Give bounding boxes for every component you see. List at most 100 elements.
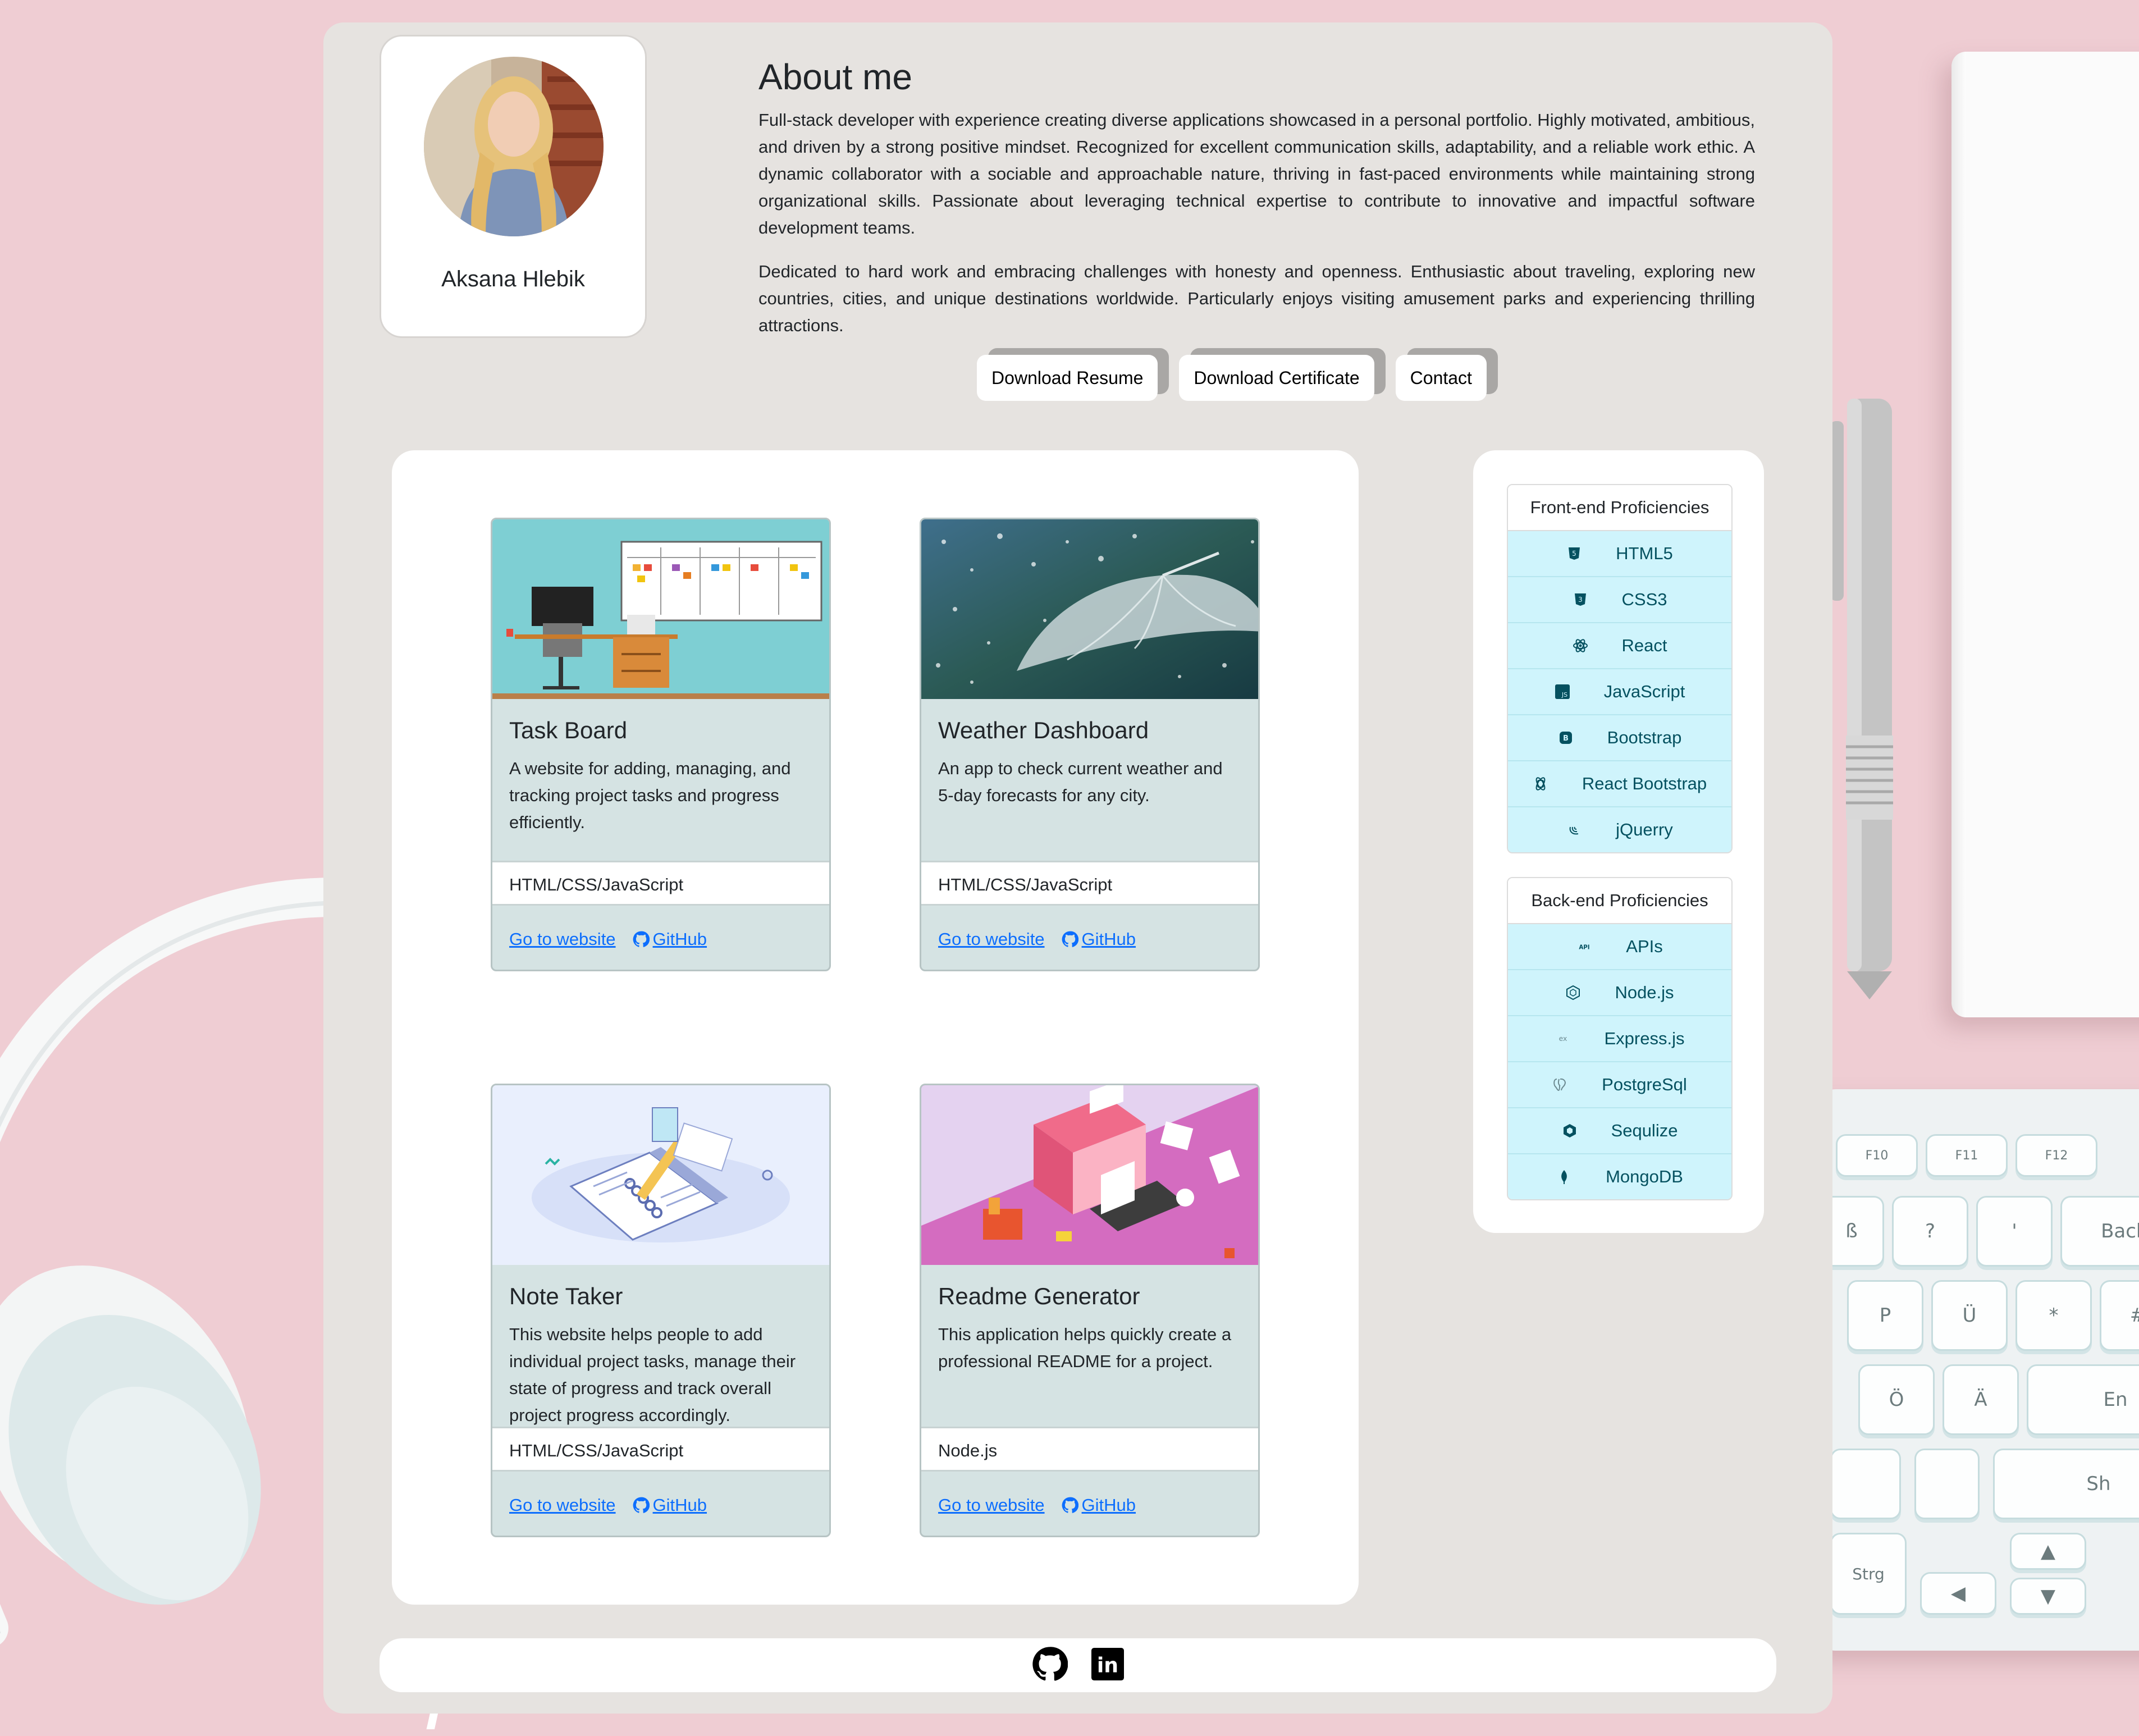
- skill-item: jQuerry: [1508, 807, 1731, 852]
- project-title: Task Board: [509, 717, 628, 743]
- github-link[interactable]: GitHub: [633, 929, 707, 949]
- github-link-label: GitHub: [652, 929, 707, 949]
- download-certificate-button[interactable]: Download Certificate: [1179, 355, 1374, 401]
- bootstrap-icon-text: B: [1563, 734, 1569, 743]
- express-icon-text: ex: [1558, 1035, 1567, 1043]
- keyboard-key: *: [2015, 1280, 2092, 1351]
- skill-item: 3 CSS3: [1508, 577, 1731, 623]
- projects-panel: Task Board A website for adding, managin…: [392, 450, 1359, 1605]
- jquery-icon: [1566, 822, 1582, 838]
- github-icon: [1062, 931, 1078, 947]
- website-link[interactable]: Go to website: [509, 1495, 616, 1515]
- skill-label: Node.js: [1615, 983, 1674, 1002]
- project-image: [921, 519, 1258, 699]
- keyboard-key: Ä: [1943, 1364, 2019, 1435]
- skill-label: Bootstrap: [1607, 728, 1682, 747]
- github-link-label: GitHub: [1081, 929, 1136, 949]
- keyboard-key: ◀: [1920, 1572, 1996, 1615]
- keyboard-key: ▲: [2010, 1533, 2086, 1570]
- html5-icon: 5: [1566, 546, 1582, 561]
- footer-linkedin-link[interactable]: in: [1091, 1647, 1124, 1683]
- profile-name: Aksana Hlebik: [441, 267, 585, 291]
- project-description: An app to check current weather and 5-da…: [938, 759, 1223, 805]
- api-icon: API: [1576, 939, 1592, 954]
- keyboard-key: Strg: [1830, 1533, 1907, 1615]
- github-icon: [1062, 1497, 1078, 1513]
- portfolio-panel: Aksana Hlebik About me Full-stack develo…: [323, 22, 1832, 1714]
- keyboard-key: Sh: [1993, 1449, 2139, 1519]
- keyboard-key: Backsp: [2060, 1196, 2139, 1267]
- project-card: Note Taker This website helps people to …: [491, 1084, 831, 1537]
- skill-label: React Bootstrap: [1582, 774, 1707, 793]
- keyboard-key: Ö: [1858, 1364, 1935, 1435]
- avatar: [424, 57, 604, 236]
- project-links: Go to website GitHub: [938, 1495, 1136, 1515]
- backend-skills-list: Back-end Proficiencies API APIs Node.js …: [1507, 877, 1733, 1200]
- website-link[interactable]: Go to website: [509, 929, 616, 949]
- project-title: Readme Generator: [938, 1283, 1140, 1309]
- react-icon: [1573, 638, 1588, 654]
- keyboard-key: F12: [2015, 1134, 2097, 1177]
- project-image: [492, 1085, 829, 1265]
- about-paragraph: Full-stack developer with experience cre…: [758, 110, 1755, 238]
- html5-icon-text: 5: [1572, 550, 1576, 558]
- project-image: [492, 519, 829, 699]
- project-card: Readme Generator This application helps …: [920, 1084, 1260, 1537]
- keyboard-key: ': [1976, 1196, 2053, 1267]
- pen-image: [1830, 399, 1893, 999]
- linkedin-icon-text: in: [1097, 1653, 1118, 1677]
- skill-item: 5 HTML5: [1508, 531, 1731, 577]
- keyboard-key: En: [2027, 1364, 2139, 1435]
- project-description: This website helps people to add individ…: [509, 1324, 796, 1425]
- about-paragraph: Dedicated to hard work and embracing cha…: [758, 262, 1755, 336]
- keyboard-key: F11: [1926, 1134, 2008, 1177]
- skill-label: PostgreSql: [1602, 1075, 1687, 1094]
- postgresql-icon: [1552, 1077, 1568, 1093]
- skill-item: JS JavaScript: [1508, 669, 1731, 715]
- profile-card: Aksana Hlebik: [380, 35, 647, 338]
- about-title: About me: [758, 57, 912, 97]
- avatar-photo: [424, 57, 604, 236]
- keyboard-key: #: [2100, 1280, 2139, 1351]
- project-image: [921, 1085, 1258, 1265]
- skills-header: Front-end Proficiencies: [1508, 485, 1731, 531]
- footer-github-link[interactable]: [1032, 1646, 1068, 1685]
- css3-icon-text: 3: [1578, 596, 1583, 604]
- github-link-label: GitHub: [652, 1495, 707, 1515]
- skill-label: jQuerry: [1616, 820, 1673, 839]
- project-title: Weather Dashboard: [938, 717, 1149, 743]
- github-icon: [1032, 1646, 1068, 1681]
- github-link[interactable]: GitHub: [1062, 1495, 1136, 1515]
- project-links: Go to website GitHub: [938, 929, 1136, 949]
- css3-icon: 3: [1573, 592, 1588, 607]
- website-link[interactable]: Go to website: [938, 929, 1045, 949]
- javascript-icon: JS: [1555, 684, 1570, 700]
- github-icon: [633, 1497, 650, 1513]
- keyboard-key: [1830, 1449, 1901, 1519]
- skill-label: Sequlize: [1611, 1121, 1678, 1140]
- keyboard-key: Ü: [1931, 1280, 2008, 1351]
- skill-label: CSS3: [1621, 590, 1667, 609]
- project-tech: HTML/CSS/JavaScript: [492, 861, 829, 906]
- about-section: About me Full-stack developer with exper…: [758, 57, 1755, 356]
- keyboard-key: ?: [1892, 1196, 1968, 1267]
- skill-item: Sequlize: [1508, 1108, 1731, 1154]
- bootstrap-icon: B: [1558, 730, 1574, 746]
- skill-item: API APIs: [1508, 924, 1731, 970]
- javascript-icon-text: JS: [1561, 691, 1567, 698]
- project-tech: HTML/CSS/JavaScript: [921, 861, 1258, 906]
- skill-item: React: [1508, 623, 1731, 669]
- footer: in: [380, 1638, 1776, 1692]
- github-link[interactable]: GitHub: [1062, 929, 1136, 949]
- project-tech: Node.js: [921, 1427, 1258, 1472]
- contact-button[interactable]: Contact: [1395, 355, 1487, 401]
- project-links: Go to website GitHub: [509, 929, 707, 949]
- github-link[interactable]: GitHub: [633, 1495, 707, 1515]
- keyboard-key: F10: [1836, 1134, 1918, 1177]
- project-title: Note Taker: [509, 1283, 623, 1309]
- express-icon: ex: [1555, 1031, 1571, 1047]
- download-resume-button[interactable]: Download Resume: [977, 355, 1158, 401]
- keyboard-image: F10 F11 F12 ß ? ' Backsp P Ü * # Ö Ä En …: [1813, 1089, 2139, 1651]
- project-card: Task Board A website for adding, managin…: [491, 518, 831, 971]
- website-link[interactable]: Go to website: [938, 1495, 1045, 1515]
